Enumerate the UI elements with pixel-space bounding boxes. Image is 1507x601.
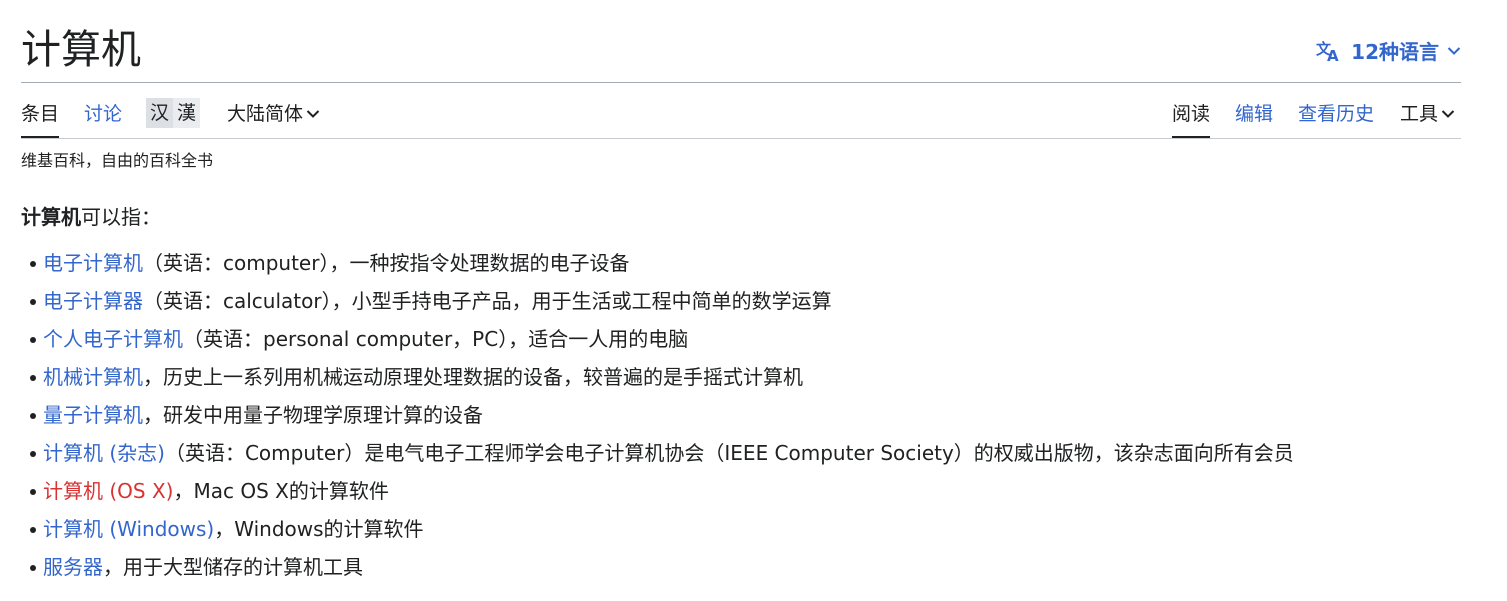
list-item: 计算机 (Windows)，Windows的计算软件 bbox=[30, 510, 1294, 548]
article-link[interactable]: 电子计算器 bbox=[43, 289, 143, 313]
list-item: 服务器，用于大型储存的计算机工具 bbox=[30, 548, 1294, 586]
article-link[interactable]: 电子计算机 bbox=[43, 251, 143, 275]
tools-dropdown[interactable]: 工具 bbox=[1400, 101, 1455, 127]
article-link[interactable]: 机械计算机 bbox=[43, 365, 143, 389]
title-row: 计算机 文 A 12种语言 bbox=[21, 0, 1461, 83]
variant-switcher: 汉 漢 bbox=[146, 98, 201, 128]
chevron-down-icon bbox=[1447, 46, 1461, 56]
list-item-description: ，用于大型储存的计算机工具 bbox=[103, 555, 363, 579]
tools-label: 工具 bbox=[1400, 103, 1439, 125]
list-item-description: （英语：personal computer，PC），适合一人用的电脑 bbox=[183, 327, 689, 351]
list-item-description: ，历史上一系列用机械运动原理处理数据的设备，较普遍的是手摇式计算机 bbox=[143, 365, 803, 389]
list-item: 计算机 (杂志)（英语：Computer）是电气电子工程师学会电子计算机协会（I… bbox=[30, 434, 1294, 472]
article-link[interactable]: 计算机 (Windows) bbox=[43, 517, 214, 541]
chevron-down-icon bbox=[1441, 109, 1455, 119]
tab-read[interactable]: 阅读 bbox=[1172, 101, 1211, 138]
list-item: 计算机 (OS X)，Mac OS X的计算软件 bbox=[30, 472, 1294, 510]
list-item-description: （英语：Computer）是电气电子工程师学会电子计算机协会（IEEE Comp… bbox=[164, 441, 1294, 465]
intro-line: 计算机可以指： bbox=[21, 198, 1294, 236]
svg-text:A: A bbox=[1327, 47, 1339, 63]
list-item-description: ，研发中用量子物理学原理计算的设备 bbox=[143, 403, 483, 427]
list-item-description: （英语：computer），一种按指令处理数据的电子设备 bbox=[143, 251, 630, 275]
tab-edit[interactable]: 编辑 bbox=[1235, 101, 1273, 127]
article-link[interactable]: 个人电子计算机 bbox=[43, 327, 183, 351]
tabs-row: 条目 讨论 汉 漢 大陆简体 阅读 编辑 查看历史 工具 bbox=[21, 83, 1461, 139]
languages-label: 12种语言 bbox=[1351, 40, 1439, 64]
variant-dropdown[interactable]: 大陆简体 bbox=[227, 101, 320, 127]
list-item-description: （英语：calculator），小型手持电子产品，用于生活或工程中简单的数学运算 bbox=[143, 289, 832, 313]
chevron-down-icon bbox=[306, 109, 320, 119]
missing-article-link[interactable]: 计算机 (OS X) bbox=[43, 479, 173, 503]
intro-term: 计算机 bbox=[21, 205, 81, 229]
list-item: 量子计算机，研发中用量子物理学原理计算的设备 bbox=[30, 396, 1294, 434]
tab-history[interactable]: 查看历史 bbox=[1298, 101, 1374, 127]
page-title: 计算机 bbox=[21, 27, 141, 73]
variant-simplified[interactable]: 汉 bbox=[146, 98, 174, 128]
intro-rest: 可以指： bbox=[81, 205, 161, 229]
list-item: 个人电子计算机（英语：personal computer，PC），适合一人用的电… bbox=[30, 320, 1294, 358]
article-link[interactable]: 计算机 (杂志) bbox=[43, 441, 165, 465]
list-item-description: ，Windows的计算软件 bbox=[214, 517, 424, 541]
languages-button[interactable]: 文 A 12种语言 bbox=[1315, 36, 1461, 65]
translate-icon: 文 A bbox=[1315, 39, 1343, 63]
list-item: 电子计算机（英语：computer），一种按指令处理数据的电子设备 bbox=[30, 244, 1294, 282]
list-item: 电子计算器（英语：calculator），小型手持电子产品，用于生活或工程中简单… bbox=[30, 282, 1294, 320]
tab-article[interactable]: 条目 bbox=[21, 101, 60, 138]
list-item: 机械计算机，历史上一系列用机械运动原理处理数据的设备，较普遍的是手摇式计算机 bbox=[30, 358, 1294, 396]
article-link[interactable]: 服务器 bbox=[43, 555, 103, 579]
tab-talk[interactable]: 讨论 bbox=[84, 101, 122, 127]
variant-dropdown-label: 大陆简体 bbox=[227, 103, 304, 125]
variant-traditional[interactable]: 漢 bbox=[173, 98, 201, 128]
article-link[interactable]: 量子计算机 bbox=[43, 403, 143, 427]
article-content: 计算机可以指： 电子计算机（英语：computer），一种按指令处理数据的电子设… bbox=[21, 198, 1294, 586]
site-tagline: 维基百科，自由的百科全书 bbox=[21, 151, 214, 170]
list-item-description: ，Mac OS X的计算软件 bbox=[173, 479, 389, 503]
page: 计算机 文 A 12种语言 条目 讨论 汉 漢 大陆简体 阅读 编辑 查看历史 … bbox=[21, 0, 1461, 579]
disambiguation-list: 电子计算机（英语：computer），一种按指令处理数据的电子设备 电子计算器（英… bbox=[21, 244, 1294, 586]
